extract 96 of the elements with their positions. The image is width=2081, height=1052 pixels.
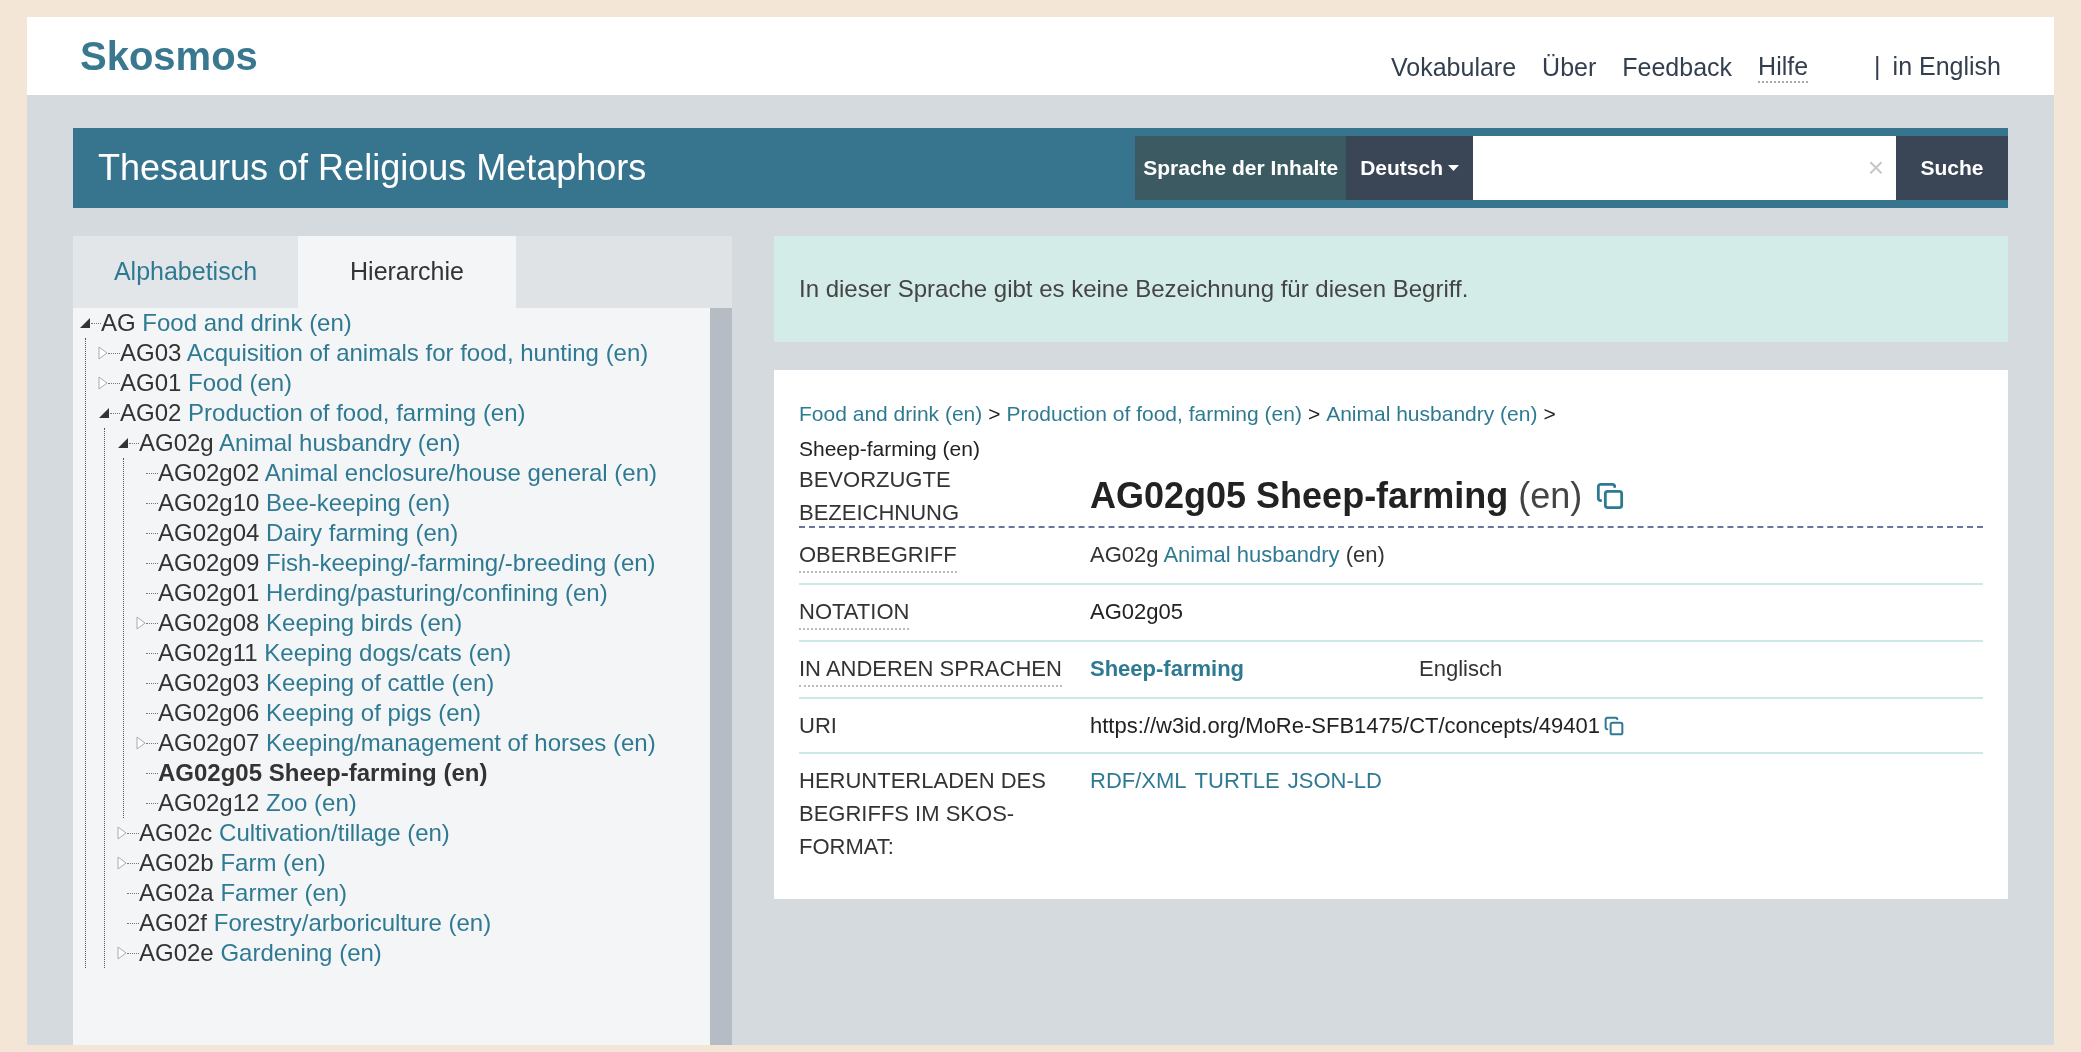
tree-link[interactable]: Gardening (en) bbox=[220, 939, 382, 966]
content-language-label: Sprache der Inhalte bbox=[1135, 136, 1347, 200]
tree-link[interactable]: Animal enclosure/house general (en) bbox=[264, 459, 657, 486]
breadcrumb-current: Sheep-farming (en) bbox=[799, 436, 981, 462]
property-label: HERUNTERLADEN DES BEGRIFFS IM SKOS-FORMAT: bbox=[799, 767, 1047, 861]
breadcrumb-separator: > bbox=[1543, 401, 1556, 427]
tree-link[interactable]: Keeping dogs/cats (en) bbox=[264, 639, 512, 666]
alert-message: In dieser Sprache gibt es keine Bezeichnung für diesen Begriff. bbox=[799, 274, 1469, 304]
download-link[interactable]: TURTLE bbox=[1194, 764, 1280, 863]
nav-link[interactable]: Feedback bbox=[1622, 52, 1733, 82]
property-label: NOTATION bbox=[799, 595, 910, 630]
tree-notation: AG02g02 bbox=[158, 459, 260, 486]
nav-separator: | bbox=[1874, 51, 1881, 83]
download-link[interactable]: JSON-LD bbox=[1287, 764, 1382, 863]
tree-notation: AG02a bbox=[139, 879, 214, 906]
tree-link[interactable]: Forestry/arboriculture (en) bbox=[213, 909, 492, 936]
tree-link[interactable]: Production of food, farming (en) bbox=[188, 399, 526, 426]
tree-notation: AG02g12 bbox=[158, 789, 260, 816]
broader-link[interactable]: Animal husbandry bbox=[1163, 542, 1340, 567]
tree-notation: AG02g08 bbox=[158, 609, 260, 636]
download-link[interactable]: RDF/XML bbox=[1090, 764, 1187, 863]
tree-link[interactable]: Cultivation/tillage (en) bbox=[219, 819, 450, 846]
breadcrumb-link[interactable]: Production of food, farming (en) bbox=[1006, 396, 1302, 431]
tree-link[interactable]: Food (en) bbox=[188, 369, 293, 396]
tree-link[interactable]: Keeping/management of horses (en) bbox=[266, 729, 656, 756]
tab[interactable]: Alphabetisch bbox=[73, 236, 298, 308]
tree-current-term: Sheep-farming (en) bbox=[268, 759, 488, 786]
nav-link[interactable]: Hilfe bbox=[1758, 51, 1809, 83]
preferred-label: AG02g05 Sheep-farming (en) bbox=[1090, 474, 1583, 518]
tree-link[interactable]: Acquisition of animals for food, hunting (en) bbox=[186, 339, 649, 366]
tree-notation: AG02g06 bbox=[158, 699, 260, 726]
tree-link[interactable]: Herding/pasturing/confining (en) bbox=[266, 579, 608, 606]
tree-notation: AG02g04 bbox=[158, 519, 260, 546]
collapsed-triangle-icon[interactable] bbox=[136, 736, 146, 750]
tree-link[interactable]: Animal husbandry (en) bbox=[219, 429, 461, 456]
collapsed-triangle-icon[interactable] bbox=[136, 616, 146, 630]
tree-notation: AG03 bbox=[120, 339, 182, 366]
tree-link[interactable]: Keeping of pigs (en) bbox=[266, 699, 481, 726]
tree-link[interactable]: Zoo (en) bbox=[266, 789, 357, 816]
tree-notation: AG bbox=[101, 309, 136, 336]
expanded-triangle-icon[interactable] bbox=[79, 317, 91, 329]
language-name: Englisch bbox=[1419, 655, 1503, 683]
tree-notation: AG02f bbox=[139, 909, 208, 936]
scrollbar[interactable] bbox=[710, 308, 732, 1045]
caret-icon bbox=[1448, 164, 1459, 172]
nav-link[interactable]: Vokabulare bbox=[1391, 52, 1517, 82]
tree-link[interactable]: Keeping of cattle (en) bbox=[266, 669, 495, 696]
copy-icon[interactable] bbox=[1596, 482, 1625, 510]
tree-notation: AG02g bbox=[139, 429, 214, 456]
expanded-triangle-icon[interactable] bbox=[117, 437, 129, 449]
breadcrumb-separator: > bbox=[988, 401, 1001, 427]
logo[interactable]: Skosmos bbox=[80, 26, 258, 86]
breadcrumb-link[interactable]: Animal husbandry (en) bbox=[1326, 396, 1538, 431]
nav-link[interactable]: Über bbox=[1542, 52, 1597, 82]
tree-link[interactable]: Dairy farming (en) bbox=[266, 519, 459, 546]
collapsed-triangle-icon[interactable] bbox=[117, 826, 127, 840]
tree-link[interactable]: Farm (en) bbox=[220, 849, 326, 876]
tab[interactable]: Hierarchie bbox=[298, 236, 516, 308]
collapsed-triangle-icon[interactable] bbox=[98, 346, 108, 360]
tree-notation: AG02b bbox=[139, 849, 214, 876]
copy-icon[interactable] bbox=[1603, 715, 1624, 736]
tree-notation: AG02g11 bbox=[158, 639, 258, 666]
uri-value: https://w3id.org/MoRe-SFB1475/CT/concepts/49401 bbox=[1090, 712, 1600, 740]
language-link[interactable]: in English bbox=[1892, 48, 2001, 86]
tree-notation: AG02g05 bbox=[158, 759, 263, 786]
broader-notation: AG02g bbox=[1090, 542, 1159, 567]
breadcrumb-separator: > bbox=[1307, 401, 1321, 427]
property-label: URI bbox=[799, 712, 838, 740]
tree-link[interactable]: Food and drink (en) bbox=[142, 309, 352, 336]
tree-notation: AG02 bbox=[120, 399, 182, 426]
notation-value: AG02g05 bbox=[1090, 598, 1183, 626]
tree-notation: AG02g09 bbox=[158, 549, 260, 576]
search-button[interactable]: Suche bbox=[1896, 136, 2008, 200]
collapsed-triangle-icon[interactable] bbox=[117, 946, 127, 960]
collapsed-triangle-icon[interactable] bbox=[98, 376, 108, 390]
tree-notation: AG02c bbox=[139, 819, 213, 846]
tree-notation: AG02g10 bbox=[158, 489, 260, 516]
vocabulary-title: Thesaurus of Religious Metaphors bbox=[98, 146, 647, 190]
breadcrumb-link[interactable]: Food and drink (en) bbox=[799, 396, 983, 431]
tree-notation: AG01 bbox=[120, 369, 182, 396]
language-dropdown[interactable]: Deutsch bbox=[1346, 136, 1473, 200]
property-label: IN ANDEREN SPRACHEN bbox=[799, 652, 1062, 687]
language-tag: (en) bbox=[1345, 542, 1385, 567]
tree-link[interactable]: Bee-keeping (en) bbox=[266, 489, 451, 516]
collapsed-triangle-icon[interactable] bbox=[117, 856, 127, 870]
tree-link[interactable]: Fish-keeping/-farming/-breeding (en) bbox=[266, 549, 656, 576]
other-language-link[interactable]: Sheep-farming bbox=[1090, 652, 1419, 687]
tree-link[interactable]: Farmer (en) bbox=[220, 879, 348, 906]
tree-notation: AG02g07 bbox=[158, 729, 260, 756]
tree-link[interactable]: Keeping birds (en) bbox=[266, 609, 463, 636]
expanded-triangle-icon[interactable] bbox=[98, 407, 110, 419]
tree-notation: AG02g03 bbox=[158, 669, 260, 696]
property-label: BEVORZUGTE BEZEICHNUNG bbox=[799, 466, 961, 527]
tree-notation: AG02g01 bbox=[158, 579, 260, 606]
property-label: OBERBEGRIFF bbox=[799, 538, 957, 573]
tree-notation: AG02e bbox=[139, 939, 214, 966]
